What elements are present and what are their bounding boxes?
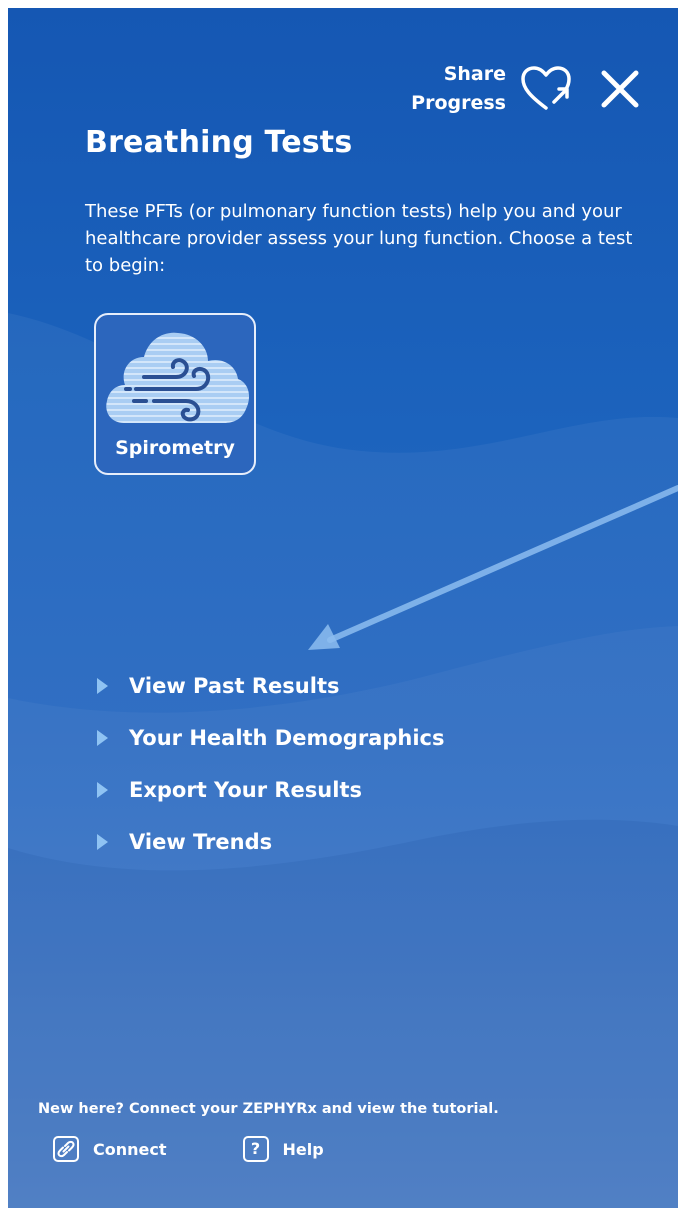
breathing-tests-screen: Share Progress Breathing Tests These PFT… — [8, 8, 678, 1208]
menu-item-label: View Trends — [129, 830, 273, 854]
caret-right-icon — [97, 834, 108, 850]
cloud-wind-icon — [106, 332, 250, 423]
heart-share-icon[interactable] — [520, 63, 572, 115]
caret-right-icon — [97, 730, 108, 746]
page-title: Breathing Tests — [85, 125, 353, 160]
footer-actions: Connect ? Help — [53, 1136, 400, 1162]
caret-right-icon — [97, 782, 108, 798]
help-label: Help — [282, 1139, 324, 1159]
footer-note: New here? Connect your ZEPHYRx and view … — [38, 1101, 499, 1117]
help-button[interactable]: ? Help — [242, 1136, 324, 1162]
question-icon: ? — [242, 1136, 269, 1162]
spirometry-test-tile[interactable]: Spirometry — [94, 313, 256, 475]
close-icon[interactable] — [598, 67, 642, 111]
menu-item-view-trends[interactable]: View Trends — [94, 816, 444, 868]
menu-item-view-past-results[interactable]: View Past Results — [94, 660, 444, 712]
menu-item-your-health-demographics[interactable]: Your Health Demographics — [94, 712, 444, 764]
top-actions: Share Progress — [411, 60, 642, 118]
share-progress-label[interactable]: Share Progress — [411, 60, 506, 118]
menu-list: View Past Results Your Health Demographi… — [94, 660, 444, 868]
spirometry-label: Spirometry — [115, 437, 235, 459]
intro-text: These PFTs (or pulmonary function tests)… — [85, 201, 633, 276]
connect-label: Connect — [93, 1139, 167, 1159]
caret-right-icon — [97, 678, 108, 694]
menu-item-label: Your Health Demographics — [129, 726, 445, 750]
menu-item-export-your-results[interactable]: Export Your Results — [94, 764, 444, 816]
link-icon — [53, 1136, 79, 1162]
background-waves — [8, 313, 678, 1208]
menu-item-label: Export Your Results — [129, 778, 362, 802]
connect-button[interactable]: Connect — [53, 1136, 167, 1162]
help-glyph: ? — [250, 1139, 261, 1158]
menu-item-label: View Past Results — [129, 674, 340, 698]
